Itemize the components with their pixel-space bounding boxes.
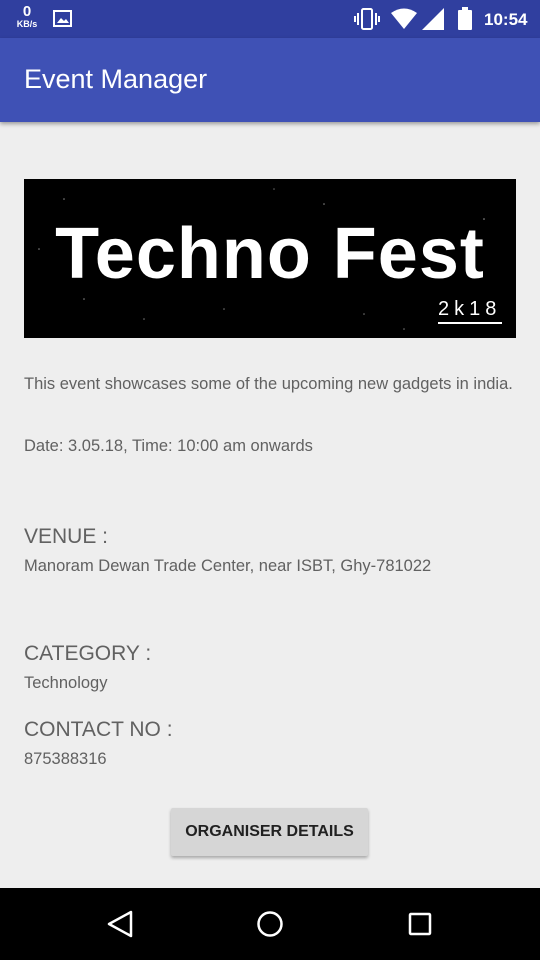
banner-year: 2k18: [438, 298, 502, 320]
banner-title: Techno Fest: [55, 214, 485, 294]
recents-icon[interactable]: [408, 912, 432, 936]
app-title: Event Manager: [24, 64, 208, 94]
event-description: This event showcases some of the upcomin…: [24, 375, 513, 393]
category-value: Technology: [24, 674, 108, 692]
organiser-details-button[interactable]: ORGANISER DETAILS: [171, 808, 368, 856]
gallery-icon: [53, 10, 72, 27]
vibrate-icon: [354, 8, 380, 30]
network-speed-indicator: 0 KB/s: [13, 4, 41, 29]
contact-value: 875388316: [24, 750, 107, 768]
signal-icon: [422, 8, 444, 30]
category-heading: CATEGORY :: [24, 642, 152, 665]
wifi-icon: [391, 8, 417, 29]
network-speed-value: 0: [22, 3, 32, 20]
status-bar: 0 KB/s 10:54: [0, 0, 540, 38]
app-bar: Event Manager: [0, 38, 540, 122]
back-icon[interactable]: [107, 910, 133, 938]
navigation-bar: [0, 888, 540, 960]
battery-icon: [458, 7, 472, 30]
venue-value: Manoram Dewan Trade Center, near ISBT, G…: [24, 557, 432, 575]
status-clock: 10:54: [484, 10, 528, 29]
network-speed-unit: KB/s: [16, 19, 38, 29]
event-banner: Techno Fest 2k18: [24, 179, 516, 338]
contact-heading: CONTACT NO :: [24, 718, 173, 741]
banner-year-underline: [438, 322, 502, 324]
venue-heading: VENUE :: [24, 525, 109, 548]
event-datetime: Date: 3.05.18, Time: 10:00 am onwards: [24, 437, 313, 455]
home-icon[interactable]: [255, 909, 285, 939]
